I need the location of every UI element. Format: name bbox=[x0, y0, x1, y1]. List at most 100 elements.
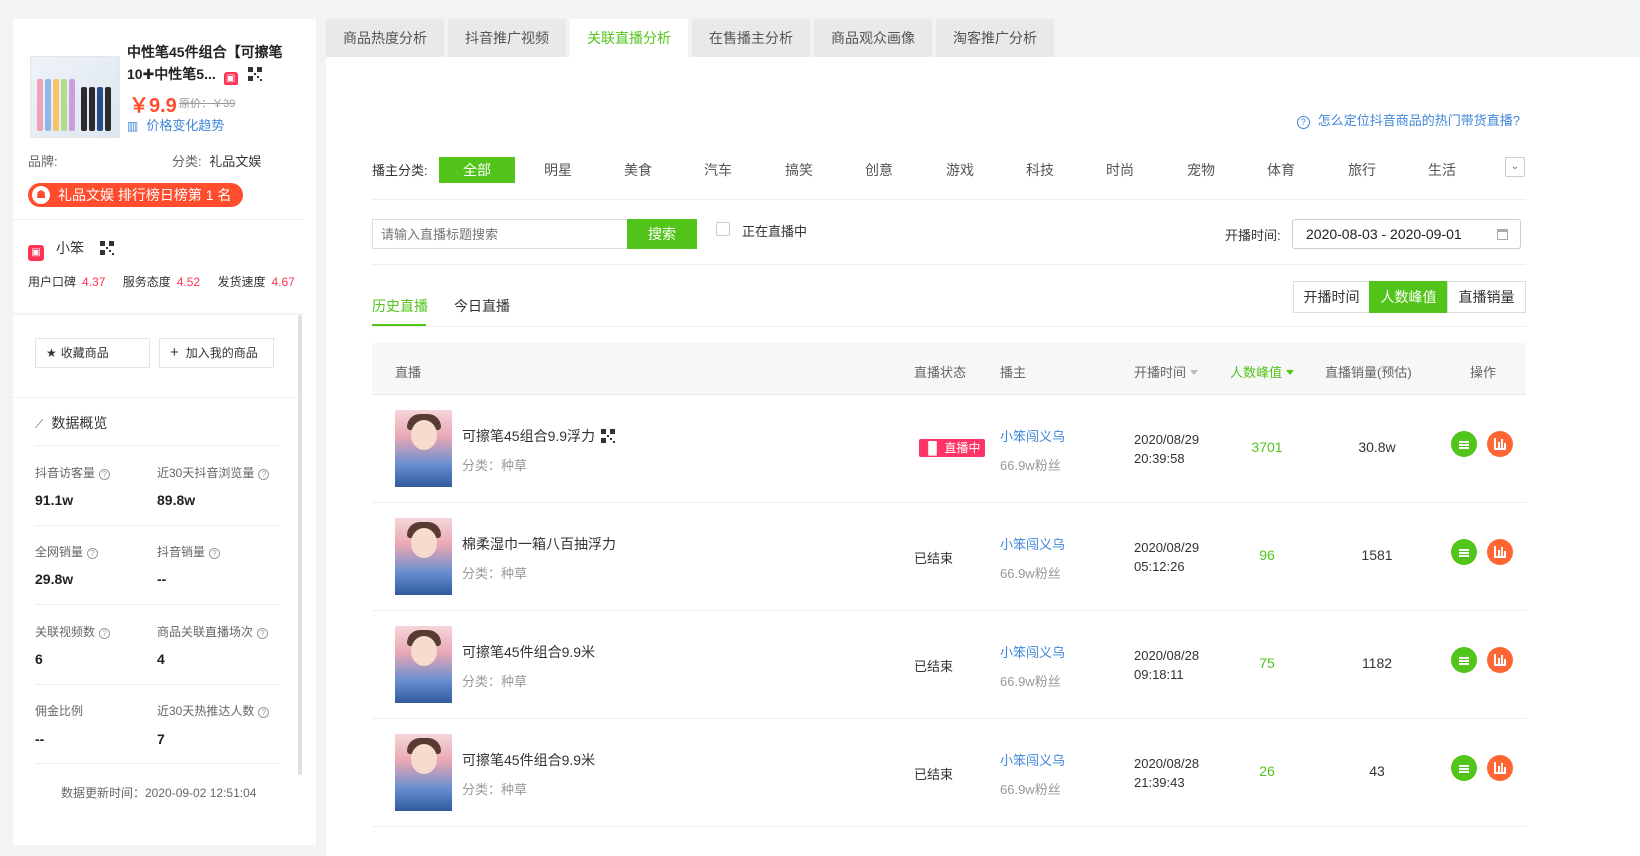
help-icon[interactable]: ? bbox=[87, 548, 99, 559]
th-start-time[interactable]: 开播时间 bbox=[1134, 362, 1199, 381]
category-games[interactable]: 游戏 bbox=[922, 157, 998, 183]
sort-start-time-button[interactable]: 开播时间 bbox=[1293, 281, 1370, 313]
category-creative[interactable]: 创意 bbox=[841, 157, 917, 183]
help-icon[interactable]: ? bbox=[257, 628, 269, 639]
help-icon[interactable]: ? bbox=[258, 707, 270, 718]
anchor-fans: 66.9w粉丝 bbox=[1000, 674, 1061, 689]
divider bbox=[372, 199, 1526, 200]
th-status: 直播状态 bbox=[914, 365, 967, 380]
shop-row[interactable]: ▣ 小笨 bbox=[28, 238, 114, 261]
analytics-button[interactable] bbox=[1487, 647, 1513, 673]
th-peak-viewers[interactable]: 人数峰值 bbox=[1230, 362, 1295, 381]
sidebar-scrollbar[interactable] bbox=[298, 315, 302, 775]
analytics-button[interactable] bbox=[1487, 539, 1513, 565]
list-icon bbox=[1459, 765, 1469, 773]
analytics-button[interactable] bbox=[1487, 431, 1513, 457]
live-sales: 30.8w bbox=[1358, 439, 1396, 455]
store-icon[interactable]: ▣ bbox=[223, 72, 238, 85]
tab-taoke-promotion[interactable]: 淘客推广分析 bbox=[936, 19, 1054, 57]
anchor-fans: 66.9w粉丝 bbox=[1000, 458, 1061, 473]
anchor-name[interactable]: 小笨闯义乌 bbox=[1000, 534, 1065, 553]
tab-douyin-videos[interactable]: 抖音推广视频 bbox=[448, 19, 566, 57]
live-title[interactable]: 可擦笔45件组合9.9米 bbox=[462, 750, 595, 770]
category-tech[interactable]: 科技 bbox=[1002, 157, 1078, 183]
subtab-today-live[interactable]: 今日直播 bbox=[454, 296, 510, 316]
live-thumbnail[interactable] bbox=[395, 518, 452, 595]
live-title[interactable]: 可擦笔45件组合9.9米 bbox=[462, 642, 595, 662]
anchor-name[interactable]: 小笨闯义乌 bbox=[1000, 750, 1065, 769]
subtab-history-live[interactable]: 历史直播 bbox=[372, 296, 428, 316]
live-title[interactable]: 棉柔湿巾一箱八百抽浮力 bbox=[462, 534, 616, 554]
qr-code-icon[interactable] bbox=[247, 67, 262, 81]
category-food[interactable]: 美食 bbox=[600, 157, 676, 183]
overview-title: ⟋ 数据概览 bbox=[35, 415, 108, 431]
live-category: 分类：种草 bbox=[462, 458, 528, 473]
live-only-checkbox[interactable] bbox=[716, 222, 730, 236]
list-icon bbox=[1459, 657, 1469, 665]
price-trend-link[interactable]: ▥ 价格变化趋势 bbox=[127, 115, 224, 134]
category-celebrity[interactable]: 明星 bbox=[520, 157, 596, 183]
chevron-down-icon[interactable]: ⌄ bbox=[1505, 157, 1525, 177]
search-input[interactable] bbox=[372, 219, 627, 249]
anchor-name[interactable]: 小笨闯义乌 bbox=[1000, 642, 1065, 661]
category-fashion[interactable]: 时尚 bbox=[1082, 157, 1158, 183]
live-category: 分类：种草 bbox=[462, 566, 528, 581]
tab-related-live[interactable]: 关联直播分析 bbox=[570, 19, 688, 57]
details-button[interactable] bbox=[1451, 431, 1477, 457]
live-category: 分类：种草 bbox=[462, 782, 528, 797]
stat-label-live-sessions: 商品关联直播场次? bbox=[157, 623, 269, 640]
analytics-button[interactable] bbox=[1487, 755, 1513, 781]
tab-selling-anchors[interactable]: 在售播主分析 bbox=[692, 19, 810, 57]
category-funny[interactable]: 搞笑 bbox=[761, 157, 837, 183]
details-button[interactable] bbox=[1451, 539, 1477, 565]
anchor-name[interactable]: 小笨闯义乌 bbox=[1000, 426, 1065, 445]
peak-viewers: 26 bbox=[1259, 763, 1275, 779]
help-icon[interactable]: ? bbox=[99, 469, 111, 480]
stat-label-douyin-visitors: 抖音访客量? bbox=[35, 464, 111, 481]
shop-scores: 用户口碑 4.37 服务态度 4.52 发货速度 4.67 bbox=[28, 275, 295, 289]
help-icon[interactable]: ? bbox=[99, 628, 111, 639]
help-link[interactable]: ? 怎么定位抖音商品的热门带货直播? bbox=[1296, 110, 1520, 129]
plus-icon: + bbox=[170, 344, 179, 361]
sort-peak-viewers-button[interactable]: 人数峰值 bbox=[1369, 281, 1448, 313]
tab-audience-profile[interactable]: 商品观众画像 bbox=[814, 19, 932, 57]
category-life[interactable]: 生活 bbox=[1404, 157, 1480, 183]
add-to-my-products-button[interactable]: + 加入我的商品 bbox=[159, 338, 274, 368]
live-thumbnail[interactable] bbox=[395, 734, 452, 811]
category-auto[interactable]: 汽车 bbox=[680, 157, 756, 183]
rank-badge[interactable]: ☗ 礼品文娱 排行榜日榜第 1 名 bbox=[28, 183, 244, 207]
list-icon bbox=[1459, 441, 1469, 449]
live-title[interactable]: 可擦笔45组合9.9浮力 bbox=[462, 426, 616, 446]
status-text: 已结束 bbox=[914, 659, 954, 674]
divider bbox=[35, 525, 280, 526]
live-thumbnail[interactable] bbox=[395, 410, 452, 487]
shop-name[interactable]: 小笨 bbox=[56, 240, 84, 256]
category-travel[interactable]: 旅行 bbox=[1324, 157, 1400, 183]
product-title[interactable]: 中性笔45件组合【可擦笔10✚中性笔5... ▣ bbox=[127, 41, 302, 85]
favorite-button[interactable]: ★ 收藏商品 bbox=[35, 338, 150, 368]
details-button[interactable] bbox=[1451, 647, 1477, 673]
divider bbox=[35, 445, 280, 446]
star-icon: ★ bbox=[46, 346, 57, 360]
category-all[interactable]: 全部 bbox=[439, 157, 515, 183]
date-range-picker[interactable]: 2020-08-03 - 2020-09-01 bbox=[1292, 219, 1521, 249]
line-chart-icon: ⟋ bbox=[35, 417, 44, 431]
category-sports[interactable]: 体育 bbox=[1243, 157, 1319, 183]
qr-code-icon[interactable] bbox=[99, 241, 114, 255]
tab-product-heat[interactable]: 商品热度分析 bbox=[326, 19, 444, 57]
details-button[interactable] bbox=[1451, 755, 1477, 781]
status-text: 已结束 bbox=[914, 767, 954, 782]
help-icon[interactable]: ? bbox=[209, 548, 221, 559]
th-live: 直播 bbox=[395, 365, 422, 380]
sort-live-sales-button[interactable]: 直播销量 bbox=[1447, 281, 1526, 313]
live-thumbnail[interactable] bbox=[395, 626, 452, 703]
stat-value-commission: -- bbox=[35, 731, 45, 747]
help-icon[interactable]: ? bbox=[258, 469, 270, 480]
category-pets[interactable]: 宠物 bbox=[1163, 157, 1239, 183]
live-only-label: 正在直播中 bbox=[742, 224, 808, 239]
category-row: 分类: 礼品文娱 bbox=[172, 154, 262, 169]
qr-code-icon[interactable] bbox=[601, 429, 616, 443]
search-button[interactable]: 搜索 bbox=[627, 219, 697, 249]
table-row: 可擦笔45件组合9.9米 分类：种草 已结束 小笨闯义乌 66.9w粉丝 202… bbox=[372, 611, 1526, 719]
divider bbox=[13, 313, 303, 315]
